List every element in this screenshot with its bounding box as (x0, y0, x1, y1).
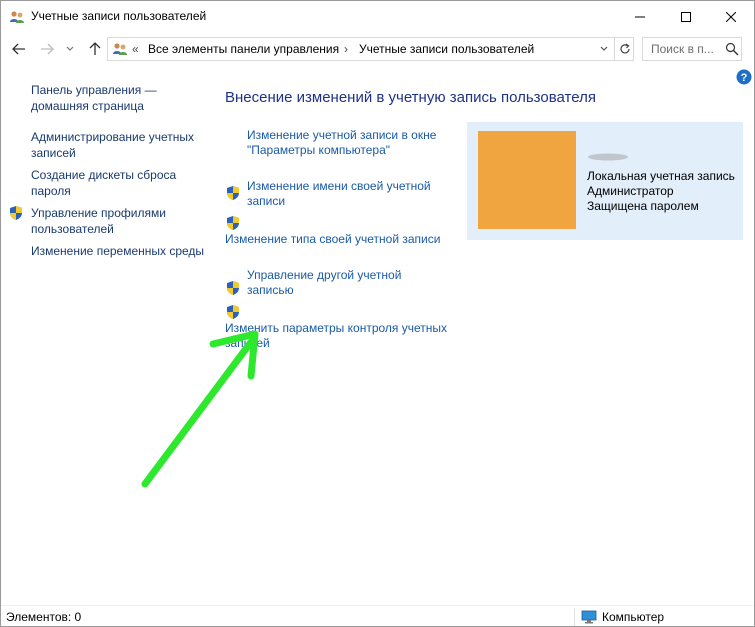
search-box[interactable] (642, 37, 742, 61)
computer-icon (581, 609, 597, 625)
search-input[interactable] (643, 38, 725, 60)
chevron-down-icon (66, 46, 74, 51)
arrow-left-icon (12, 43, 25, 55)
status-divider (574, 608, 575, 626)
uac-shield-icon (225, 304, 241, 320)
help-icon[interactable]: ? (736, 69, 752, 85)
user-accounts-window: Учетные записи пользователей « Все элеме… (0, 0, 755, 627)
page-title: Внесение изменений в учетную запись поль… (225, 89, 596, 106)
zone-label: Компьютер (602, 610, 665, 624)
breadcrumb-user-accounts[interactable]: Учетные записи пользователей (359, 42, 534, 56)
svg-text:?: ? (741, 72, 748, 84)
navigation-bar: « Все элементы панели управления › Учетн… (1, 34, 754, 64)
arrow-up-icon (89, 42, 101, 55)
password-reset-disk-link[interactable]: Создание дискеты сброса пароля (31, 167, 206, 199)
refresh-icon (619, 43, 630, 54)
environment-variables-link[interactable]: Изменение переменных среды (31, 243, 206, 259)
minimize-icon (635, 16, 645, 17)
arrow-right-icon (41, 43, 54, 55)
users-icon (112, 41, 128, 57)
users-icon (9, 9, 25, 25)
change-account-name-link[interactable]: Изменение имени своей учетной записи (247, 179, 437, 209)
status-bar: Элементов: 0 Компьютер (1, 605, 754, 626)
title-bar: Учетные записи пользователей (1, 1, 754, 32)
manage-another-account-link[interactable]: Управление другой учетной записью (247, 268, 427, 298)
uac-shield-icon (8, 205, 24, 221)
close-icon (726, 11, 736, 22)
blurred-user-name (588, 153, 628, 161)
back-button[interactable] (9, 38, 29, 60)
uac-shield-icon (225, 215, 241, 231)
address-dropdown-button[interactable] (594, 38, 614, 60)
account-type-local: Локальная учетная запись (587, 169, 735, 183)
refresh-button[interactable] (614, 38, 634, 60)
items-count: Элементов: 0 (6, 610, 82, 624)
breadcrumb-separator[interactable]: › (344, 42, 348, 56)
password-protected-status: Защищена паролем (587, 199, 699, 213)
uac-shield-icon (225, 185, 241, 201)
recent-locations-button[interactable] (63, 38, 77, 60)
search-icon[interactable] (725, 42, 739, 56)
manage-accounts-link[interactable]: Администрирование учетных записей (31, 129, 206, 161)
maximize-icon (681, 11, 691, 22)
chevron-down-icon (600, 46, 608, 51)
forward-button[interactable] (37, 38, 57, 60)
change-account-in-pc-settings-link[interactable]: Изменение учетной записи в окне "Парамет… (247, 128, 447, 158)
control-panel-home-link[interactable]: Панель управления — домашняя страница (31, 82, 206, 114)
manage-user-profiles-link[interactable]: Управление профилями пользователей (31, 205, 206, 237)
user-account-card: Локальная учетная запись Администратор З… (467, 122, 743, 240)
close-button[interactable] (708, 1, 754, 32)
avatar (478, 131, 576, 229)
address-overflow[interactable]: « (132, 42, 139, 56)
address-bar[interactable]: « Все элементы панели управления › Учетн… (107, 37, 634, 61)
change-account-type-link[interactable]: Изменение типа своей учетной записи (225, 232, 455, 247)
account-role: Администратор (587, 184, 674, 198)
window-title: Учетные записи пользователей (31, 9, 207, 23)
up-button[interactable] (85, 38, 105, 60)
change-uac-settings-link[interactable]: Изменить параметры контроля учетных запи… (225, 321, 455, 351)
maximize-button[interactable] (663, 1, 709, 32)
minimize-button[interactable] (617, 1, 663, 32)
uac-shield-icon (225, 280, 241, 296)
breadcrumb-control-panel[interactable]: Все элементы панели управления (148, 42, 339, 56)
